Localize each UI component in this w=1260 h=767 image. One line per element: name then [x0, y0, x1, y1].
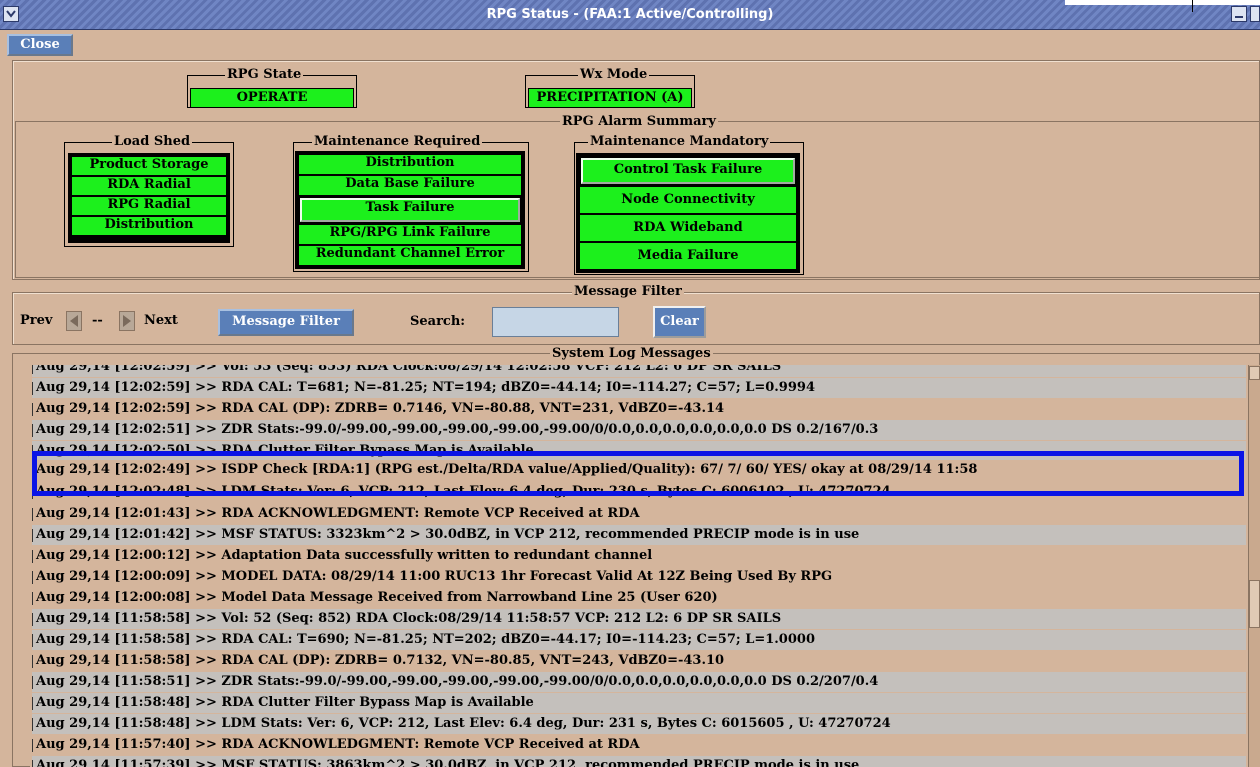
log-row-text: Aug 29,14 [11:58:51] >> ZDR Stats:-99.0/…: [36, 674, 879, 689]
load-shed-item: RPG Radial: [71, 196, 227, 216]
prev-label: Prev: [20, 313, 53, 328]
message-filter-legend: Message Filter: [572, 284, 684, 299]
maintenance-required-item: Data Base Failure: [298, 175, 522, 196]
close-icon[interactable]: [1250, 6, 1260, 22]
clear-button[interactable]: Clear: [653, 306, 706, 338]
close-button[interactable]: Close: [7, 34, 73, 56]
task-failure-button[interactable]: Task Failure: [300, 198, 520, 222]
message-filter-panel: [12, 292, 1260, 345]
toolbar: Close: [0, 31, 1260, 58]
log-row: Aug 29,14 [11:58:58] >> RDA CAL: T=690; …: [32, 630, 1246, 650]
desktop-edge-line: [1192, 0, 1193, 12]
maintenance-required-list: Distribution Data Base Failure Task Fail…: [295, 151, 525, 269]
control-task-failure-button[interactable]: Control Task Failure: [581, 158, 795, 184]
maintenance-mandatory-legend: Maintenance Mandatory: [588, 134, 771, 149]
log-scrollbar[interactable]: [1248, 365, 1260, 767]
log-row: Aug 29,14 [11:58:51] >> ZDR Stats:-99.0/…: [32, 672, 1246, 692]
log-row: Aug 29,14 [12:01:43] >> RDA ACKNOWLEDGME…: [32, 504, 1246, 524]
log-row: Aug 29,14 [12:00:12] >> Adaptation Data …: [32, 546, 1246, 566]
log-row: Aug 29,14 [12:02:59] >> RDA CAL (DP): ZD…: [32, 399, 1246, 419]
log-row-text: Aug 29,14 [12:00:08] >> Model Data Messa…: [36, 590, 718, 605]
maintenance-required-legend: Maintenance Required: [312, 134, 483, 149]
load-shed-item: RDA Radial: [71, 176, 227, 196]
minimize-icon[interactable]: [1231, 6, 1247, 22]
maintenance-mandatory-item: Node Connectivity: [579, 186, 797, 214]
log-row: Aug 29,14 [12:00:09] >> MODEL DATA: 08/2…: [32, 567, 1246, 587]
log-row: Aug 29,14 [12:02:59] >> Vol: 53 (Seq: 85…: [32, 365, 1246, 377]
log-row: Aug 29,14 [11:58:48] >> RDA Clutter Filt…: [32, 693, 1246, 713]
log-row-text: Aug 29,14 [12:01:43] >> RDA ACKNOWLEDGME…: [36, 506, 640, 521]
maintenance-required-item: Distribution: [298, 154, 522, 175]
desktop-edge: [1065, 0, 1260, 5]
prev-left-arrow-icon[interactable]: [66, 311, 82, 331]
wx-mode-value: PRECIPITATION (A): [528, 88, 692, 108]
rpg-status-window: RPG Status - (FAA:1 Active/Controlling) …: [0, 0, 1260, 767]
system-log-list[interactable]: Aug 29,14 [12:02:59] >> Vol: 53 (Seq: 85…: [30, 365, 1248, 767]
log-row: Aug 29,14 [11:58:58] >> Vol: 52 (Seq: 85…: [32, 609, 1246, 629]
message-filter-button[interactable]: Message Filter: [218, 309, 354, 336]
log-row-text: Aug 29,14 [12:02:51] >> ZDR Stats:-99.0/…: [36, 422, 879, 437]
log-row: Aug 29,14 [11:58:58] >> RDA CAL (DP): ZD…: [32, 651, 1246, 671]
log-row-text: Aug 29,14 [12:00:12] >> Adaptation Data …: [36, 548, 653, 563]
log-row-text: Aug 29,14 [12:02:59] >> RDA CAL (DP): ZD…: [36, 401, 725, 416]
log-row: Aug 29,14 [12:01:42] >> MSF STATUS: 3323…: [32, 525, 1246, 545]
log-row: Aug 29,14 [12:02:59] >> RDA CAL: T=681; …: [32, 378, 1246, 398]
log-row: Aug 29,14 [11:57:39] >> MSF STATUS: 3863…: [32, 756, 1246, 767]
nav-separator: --: [92, 313, 103, 328]
log-row-text: Aug 29,14 [12:02:59] >> RDA CAL: T=681; …: [36, 380, 815, 395]
log-row-text: Aug 29,14 [11:58:58] >> RDA CAL: T=690; …: [36, 632, 815, 647]
rpg-state-value: OPERATE: [190, 88, 354, 108]
log-row-text: Aug 29,14 [12:00:09] >> MODEL DATA: 08/2…: [36, 569, 833, 584]
log-row-text: Aug 29,14 [11:58:48] >> LDM Stats: Ver: …: [36, 716, 891, 731]
load-shed-legend: Load Shed: [112, 134, 193, 149]
log-row-text: Aug 29,14 [11:58:58] >> Vol: 52 (Seq: 85…: [36, 611, 782, 626]
log-row-text: Aug 29,14 [11:58:48] >> RDA Clutter Filt…: [36, 695, 534, 710]
log-row: Aug 29,14 [12:02:51] >> ZDR Stats:-99.0/…: [32, 420, 1246, 440]
maintenance-required-item: Redundant Channel Error: [298, 245, 522, 266]
log-row: Aug 29,14 [11:58:48] >> LDM Stats: Ver: …: [32, 714, 1246, 734]
log-row-text: Aug 29,14 [11:57:39] >> MSF STATUS: 3863…: [36, 758, 860, 767]
search-input[interactable]: [492, 307, 619, 337]
load-shed-item: Product Storage: [71, 156, 227, 176]
next-label: Next: [144, 313, 178, 328]
log-row-text: Aug 29,14 [12:01:42] >> MSF STATUS: 3323…: [36, 527, 860, 542]
rpg-state-legend: RPG State: [225, 67, 304, 82]
log-row-text: Aug 29,14 [12:02:59] >> Vol: 53 (Seq: 85…: [36, 365, 782, 374]
scroll-up-arrow-icon[interactable]: [1249, 366, 1260, 380]
maintenance-required-item: RPG/RPG Link Failure: [298, 224, 522, 245]
maintenance-mandatory-item: Media Failure: [579, 242, 797, 270]
maintenance-mandatory-list: Control Task Failure Node Connectivity R…: [576, 153, 800, 273]
log-row: Aug 29,14 [12:00:08] >> Model Data Messa…: [32, 588, 1246, 608]
maintenance-mandatory-item: RDA Wideband: [579, 214, 797, 242]
load-shed-item: Distribution: [71, 216, 227, 236]
search-label: Search:: [410, 314, 466, 329]
selection-highlight-box: [32, 451, 1244, 496]
alarm-summary-legend: RPG Alarm Summary: [560, 114, 718, 129]
load-shed-list: Product Storage RDA Radial RPG Radial Di…: [68, 153, 230, 243]
system-log-legend: System Log Messages: [550, 346, 713, 361]
window-title: RPG Status - (FAA:1 Active/Controlling): [486, 7, 774, 22]
next-right-arrow-icon[interactable]: [119, 311, 135, 331]
wx-mode-legend: Wx Mode: [578, 67, 650, 82]
log-row-text: Aug 29,14 [11:57:40] >> RDA ACKNOWLEDGME…: [36, 737, 640, 752]
log-row: Aug 29,14 [11:57:40] >> RDA ACKNOWLEDGME…: [32, 735, 1246, 755]
log-row-text: Aug 29,14 [11:58:58] >> RDA CAL (DP): ZD…: [36, 653, 725, 668]
scrollbar-thumb[interactable]: [1249, 580, 1260, 628]
